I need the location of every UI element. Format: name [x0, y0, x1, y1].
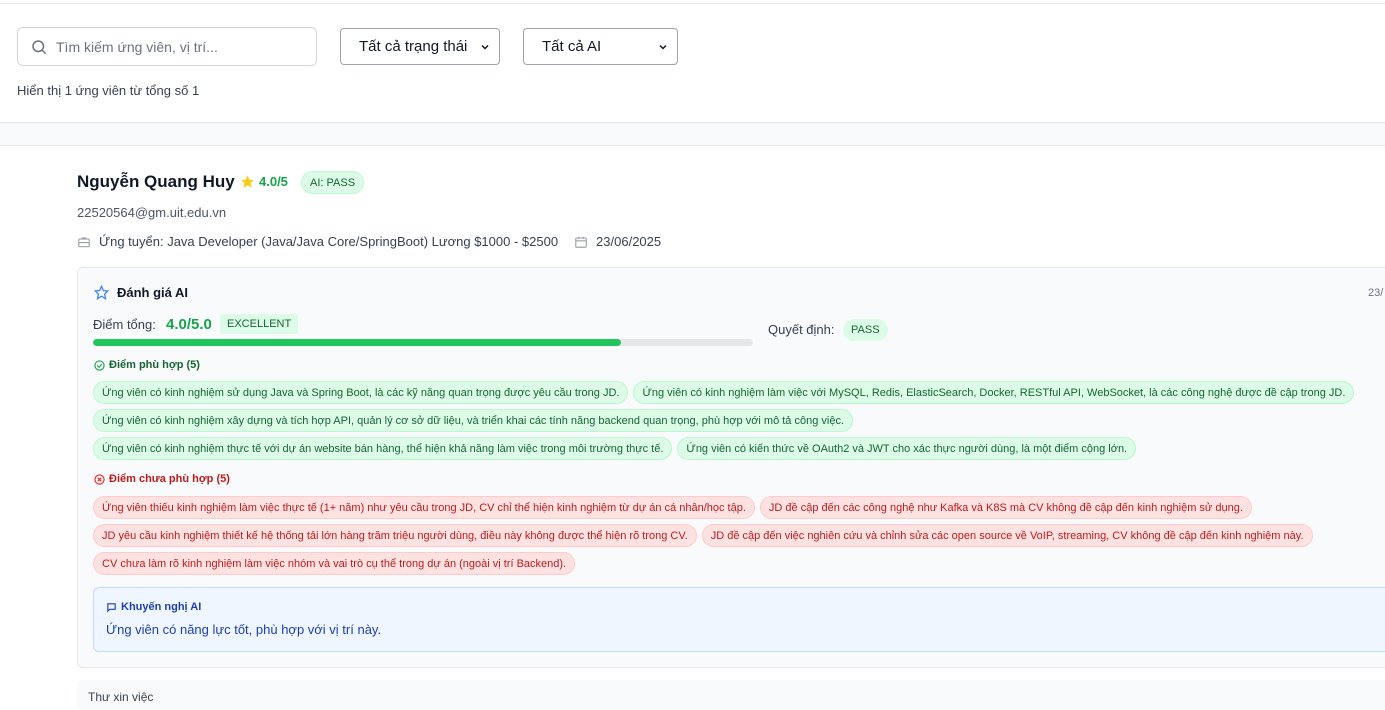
recommendation-heading: Khuyến nghị AI — [106, 601, 201, 613]
decision-badge: PASS — [843, 319, 888, 341]
candidate-name[interactable]: Nguyễn Quang Huy — [77, 172, 235, 192]
recommendation-title: Khuyến nghị AI — [121, 601, 202, 613]
strength-chip: Ứng viên có kiến thức về OAuth2 và JWT c… — [677, 437, 1137, 460]
strengths-heading: Điểm phù hợp (5) — [94, 359, 200, 371]
weaknesses-heading: Điểm chưa phù hợp (5) — [94, 473, 230, 485]
applied-date: 23/06/2025 — [596, 234, 662, 249]
score-progress-fill — [93, 339, 621, 346]
weakness-chip: Ứng viên thiếu kinh nghiệm làm việc thực… — [93, 496, 755, 519]
cover-letter-label: Thư xin việc — [88, 690, 154, 704]
check-circle-icon — [94, 359, 105, 371]
weakness-chip: JD đề cập đến các công nghệ như Kafka và… — [759, 496, 1252, 519]
message-icon — [107, 602, 116, 613]
score-value: 4.0/5.0 — [166, 316, 212, 333]
ai-review-date: 23/ — [1368, 287, 1384, 299]
score-label: Điểm tổng: — [93, 317, 156, 332]
strength-chip: Ứng viên có kinh nghiệm làm việc với MyS… — [633, 381, 1355, 404]
candidate-email: 22520564@gm.uit.edu.vn — [77, 205, 227, 220]
top-border — [0, 0, 1385, 4]
cover-letter-section: Thư xin việc — [77, 680, 1385, 710]
star-icon — [241, 175, 254, 188]
score-progress-bar — [93, 339, 753, 346]
application-info: Ứng tuyển: Java Developer (Java/Java Cor… — [77, 234, 661, 249]
ai-status-badge: AI: PASS — [301, 171, 365, 194]
candidate-rating: 4.0/5 — [240, 174, 288, 189]
star-outline-icon — [94, 285, 109, 300]
strengths-list: Ứng viên có kinh nghiệm sử dụng Java và … — [93, 381, 1385, 460]
status-filter-select[interactable]: Tất cả trạng thái — [340, 28, 500, 65]
section-divider — [0, 122, 1385, 146]
x-circle-icon — [94, 473, 105, 485]
calendar-icon — [575, 236, 587, 248]
applied-position: Ứng tuyển: Java Developer (Java/Java Cor… — [99, 234, 559, 249]
ai-filter-select[interactable]: Tất cả AI — [523, 28, 678, 65]
strengths-title: Điểm phù hợp (5) — [109, 359, 200, 371]
chevron-down-icon — [659, 44, 667, 50]
search-box[interactable] — [17, 27, 317, 66]
weakness-chip: JD đề cập đến việc nghiên cứu và chỉnh s… — [701, 524, 1313, 547]
ai-review-title: Đánh giá AI — [94, 285, 188, 300]
weaknesses-list: Ứng viên thiếu kinh nghiệm làm việc thực… — [93, 496, 1385, 575]
strength-chip: Ứng viên có kinh nghiệm xây dựng và tích… — [93, 409, 853, 432]
strength-chip: Ứng viên có kinh nghiệm sử dụng Java và … — [93, 381, 629, 404]
weakness-chip: JD yêu cầu kinh nghiệm thiết kế hệ thống… — [93, 524, 697, 547]
strength-chip: Ứng viên có kinh nghiệm thực tế với dự á… — [93, 437, 673, 460]
weaknesses-title: Điểm chưa phù hợp (5) — [109, 473, 230, 485]
ai-recommendation-box: Khuyến nghị AI Ứng viên có năng lực tốt,… — [93, 587, 1385, 652]
status-filter-value: Tất cả trạng thái — [359, 38, 468, 55]
search-input[interactable] — [56, 38, 296, 55]
search-icon — [32, 39, 47, 54]
chevron-down-icon — [481, 44, 489, 50]
briefcase-icon — [78, 236, 90, 247]
ai-review-card: Đánh giá AI 23/ Điểm tổng: 4.0/5.0 EXCEL… — [77, 267, 1385, 668]
result-count: Hiển thị 1 ứng viên từ tổng số 1 — [17, 83, 200, 98]
score-level-badge: EXCELLENT — [220, 314, 299, 334]
ai-review-title-text: Đánh giá AI — [117, 285, 189, 300]
rating-value: 4.0/5 — [259, 174, 288, 189]
recommendation-text: Ứng viên có năng lực tốt, phù hợp với vị… — [106, 622, 382, 637]
weakness-chip: CV chưa làm rõ kinh nghiệm làm việc nhóm… — [93, 552, 576, 575]
ai-filter-value: Tất cả AI — [542, 38, 602, 55]
decision-label: Quyết định: — [768, 322, 835, 337]
